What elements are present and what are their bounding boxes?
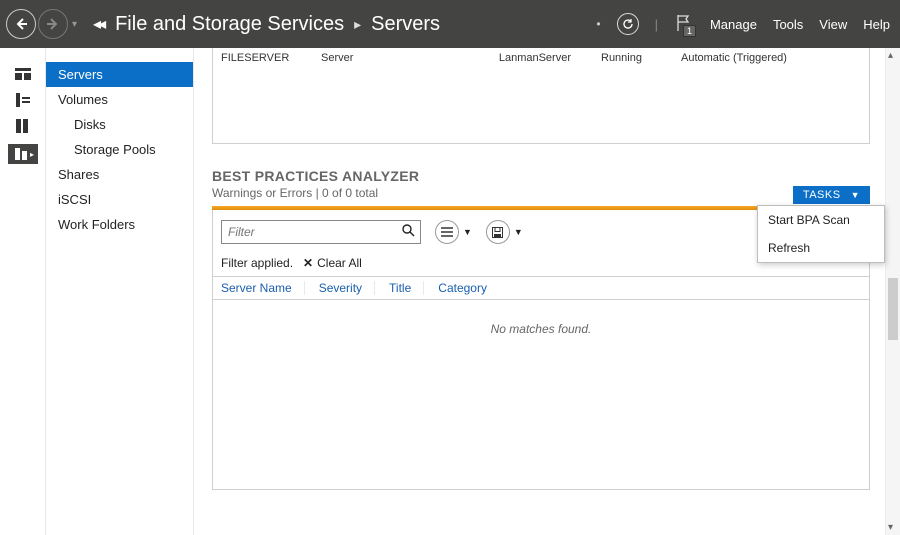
- sidebar-item-servers[interactable]: Servers: [46, 62, 193, 87]
- close-icon: ✕: [303, 256, 313, 270]
- col-category[interactable]: Category: [438, 281, 499, 295]
- no-matches-label: No matches found.: [213, 300, 869, 358]
- bpa-title: BEST PRACTICES ANALYZER: [212, 168, 870, 184]
- rail-local-server-icon[interactable]: [13, 92, 33, 108]
- sidebar-item-shares[interactable]: Shares: [46, 162, 193, 187]
- chevron-right-icon: ▸: [354, 16, 361, 33]
- tasks-label: TASKS: [803, 189, 841, 201]
- menu-tools[interactable]: Tools: [773, 17, 803, 32]
- server-status-cell: Running: [601, 52, 661, 64]
- menu-view[interactable]: View: [819, 17, 847, 32]
- filter-input-wrap: [221, 220, 421, 244]
- side-nav: Servers Volumes Disks Storage Pools Shar…: [46, 48, 194, 535]
- nav-history-dropdown[interactable]: ▾: [72, 19, 77, 30]
- clear-all-button[interactable]: ✕ Clear All: [303, 256, 362, 270]
- storage-icon: [15, 148, 27, 160]
- breadcrumb: ◂◂ File and Storage Services ▸ Servers: [93, 13, 440, 36]
- menu-help[interactable]: Help: [863, 17, 890, 32]
- sidebar-item-storage-pools[interactable]: Storage Pools: [46, 137, 193, 162]
- sidebar-item-iscsi[interactable]: iSCSI: [46, 187, 193, 212]
- filter-applied-label: Filter applied.: [221, 256, 293, 270]
- disk-icon: [492, 227, 503, 238]
- chevron-down-icon: ▼: [851, 190, 860, 200]
- search-icon: [402, 224, 415, 237]
- refresh-icon: [622, 18, 634, 30]
- server-type-cell: Server: [321, 52, 421, 64]
- rail-all-servers-icon[interactable]: [13, 118, 33, 134]
- scroll-thumb[interactable]: [888, 278, 898, 340]
- menu-item-refresh[interactable]: Refresh: [758, 234, 884, 262]
- bpa-column-headers: Server Name Severity Title Category: [213, 276, 869, 300]
- refresh-button[interactable]: [617, 13, 639, 35]
- notification-count-badge: 1: [683, 25, 696, 37]
- scroll-up-icon[interactable]: ▴: [888, 50, 893, 61]
- scroll-down-icon[interactable]: ▾: [888, 522, 893, 533]
- expand-caret-icon: ▸: [30, 150, 34, 159]
- rail-dashboard-icon[interactable]: [13, 66, 33, 82]
- menu-manage[interactable]: Manage: [710, 17, 757, 32]
- chevron-down-icon[interactable]: ▼: [463, 227, 472, 237]
- arrow-right-icon: [45, 16, 61, 32]
- tasks-button[interactable]: TASKS ▼: [793, 186, 870, 204]
- server-start-cell: Automatic (Triggered): [681, 52, 787, 64]
- clear-all-label: Clear All: [317, 256, 362, 270]
- divider: |: [655, 17, 658, 32]
- title-bar: ▾ ◂◂ File and Storage Services ▸ Servers…: [0, 0, 900, 48]
- rail-file-storage-icon[interactable]: ▸: [8, 144, 38, 164]
- server-name-cell: FILESERVER: [221, 52, 301, 64]
- arrow-left-icon: [13, 16, 29, 32]
- save-query-button[interactable]: [486, 220, 510, 244]
- icon-rail: ▸: [0, 48, 46, 535]
- chevron-down-icon[interactable]: ▼: [514, 227, 523, 237]
- server-service-cell: LanmanServer: [441, 52, 581, 64]
- menu-item-start-bpa-scan[interactable]: Start BPA Scan: [758, 206, 884, 234]
- list-icon: [441, 227, 453, 237]
- nav-forward-button[interactable]: [38, 9, 68, 39]
- notifications-flag[interactable]: 1: [674, 13, 694, 35]
- sidebar-item-disks[interactable]: Disks: [46, 112, 193, 137]
- nav-back-button[interactable]: [6, 9, 36, 39]
- chevron-dot-icon: •: [596, 17, 600, 31]
- breadcrumb-back-icon[interactable]: ◂◂: [93, 14, 103, 34]
- servers-table-row[interactable]: FILESERVER Server LanmanServer Running A…: [221, 52, 861, 64]
- col-severity[interactable]: Severity: [319, 281, 375, 295]
- servers-panel: FILESERVER Server LanmanServer Running A…: [212, 48, 870, 144]
- breadcrumb-root[interactable]: File and Storage Services: [115, 13, 344, 36]
- breadcrumb-current[interactable]: Servers: [371, 13, 440, 36]
- col-server-name[interactable]: Server Name: [221, 281, 305, 295]
- tasks-menu: Start BPA Scan Refresh: [757, 205, 885, 263]
- search-button[interactable]: [396, 224, 420, 240]
- sidebar-item-volumes[interactable]: Volumes: [46, 87, 193, 112]
- vertical-scrollbar[interactable]: ▴ ▾: [885, 48, 900, 535]
- bpa-subtitle: Warnings or Errors | 0 of 0 total: [212, 186, 870, 200]
- sidebar-item-work-folders[interactable]: Work Folders: [46, 212, 193, 237]
- main-content: FILESERVER Server LanmanServer Running A…: [194, 48, 900, 535]
- col-title[interactable]: Title: [389, 281, 424, 295]
- filter-options-button[interactable]: [435, 220, 459, 244]
- filter-input[interactable]: [222, 225, 396, 239]
